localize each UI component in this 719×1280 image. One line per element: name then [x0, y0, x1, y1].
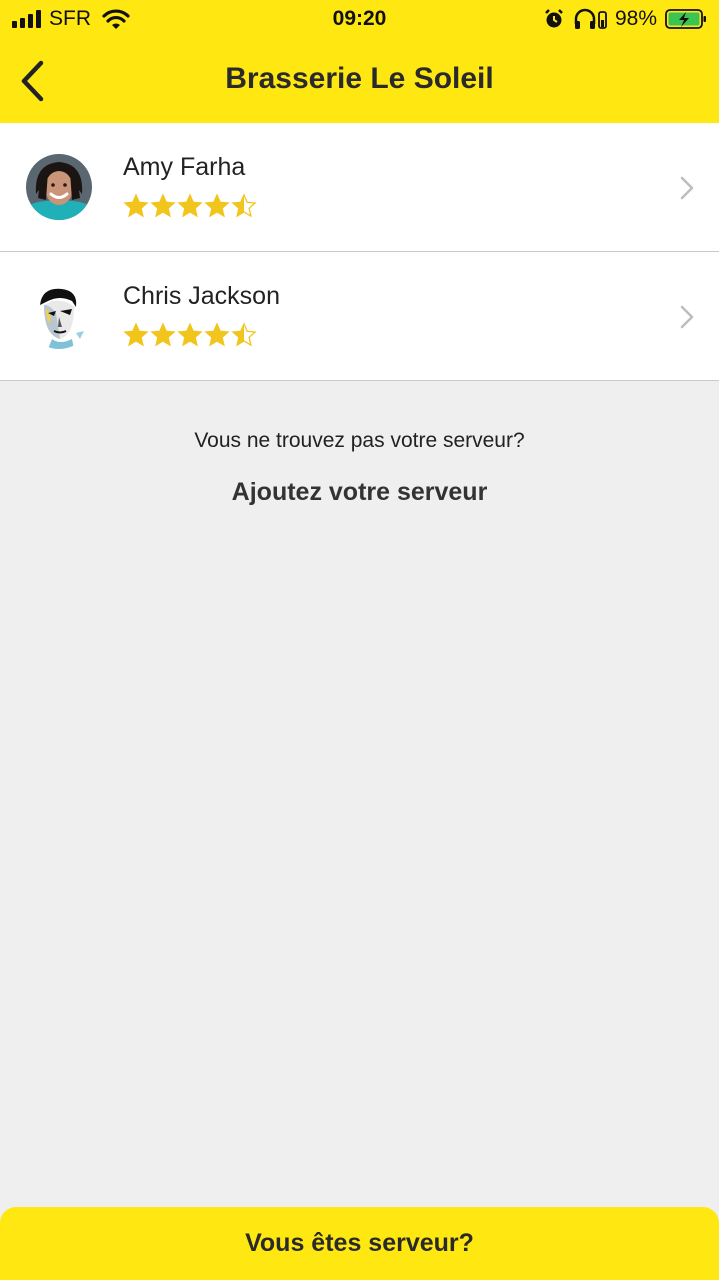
server-not-found-text: Vous ne trouvez pas votre serveur?	[194, 429, 525, 452]
chevron-right-icon	[680, 305, 694, 329]
avatar-chris-image	[26, 283, 92, 349]
star-full-icon	[204, 193, 230, 218]
headphones-icon	[574, 8, 607, 29]
page-title: Brasserie Le Soleil	[225, 62, 494, 95]
battery-percent: 98%	[614, 7, 657, 30]
server-name: Amy Farha	[123, 153, 246, 181]
star-full-icon	[123, 322, 149, 347]
status-bar: SFR 09:20 98%	[0, 0, 719, 40]
server-row-amy-farha[interactable]: Amy Farha	[0, 123, 719, 252]
star-full-icon	[150, 193, 176, 218]
add-server-link[interactable]: Ajoutez votre serveur	[0, 478, 719, 507]
battery-charging-icon	[665, 9, 706, 29]
rating-stars	[123, 193, 257, 219]
star-full-icon	[204, 322, 230, 347]
avatar	[26, 283, 92, 349]
star-full-icon	[123, 193, 149, 218]
server-list: Amy Farha Chris Jackson	[0, 123, 719, 381]
status-right: 98%	[543, 7, 707, 31]
are-you-server-label: Vous êtes serveur?	[245, 1229, 474, 1257]
server-row-chris-jackson[interactable]: Chris Jackson	[0, 252, 719, 381]
alarm-icon	[545, 9, 563, 28]
app-header: SFR 09:20 98% Brasserie Le Soleil	[0, 0, 719, 123]
star-half-icon	[231, 193, 257, 218]
star-full-icon	[150, 322, 176, 347]
avatar	[26, 154, 92, 220]
nav-bar: Brasserie Le Soleil	[0, 40, 719, 123]
star-half-icon	[231, 322, 257, 347]
server-name: Chris Jackson	[123, 282, 280, 310]
star-full-icon	[177, 322, 203, 347]
star-full-icon	[177, 193, 203, 218]
avatar-amy-image	[26, 154, 92, 220]
are-you-server-button[interactable]: Vous êtes serveur?	[0, 1207, 719, 1280]
chevron-right-icon	[680, 176, 694, 200]
rating-stars	[123, 322, 257, 348]
